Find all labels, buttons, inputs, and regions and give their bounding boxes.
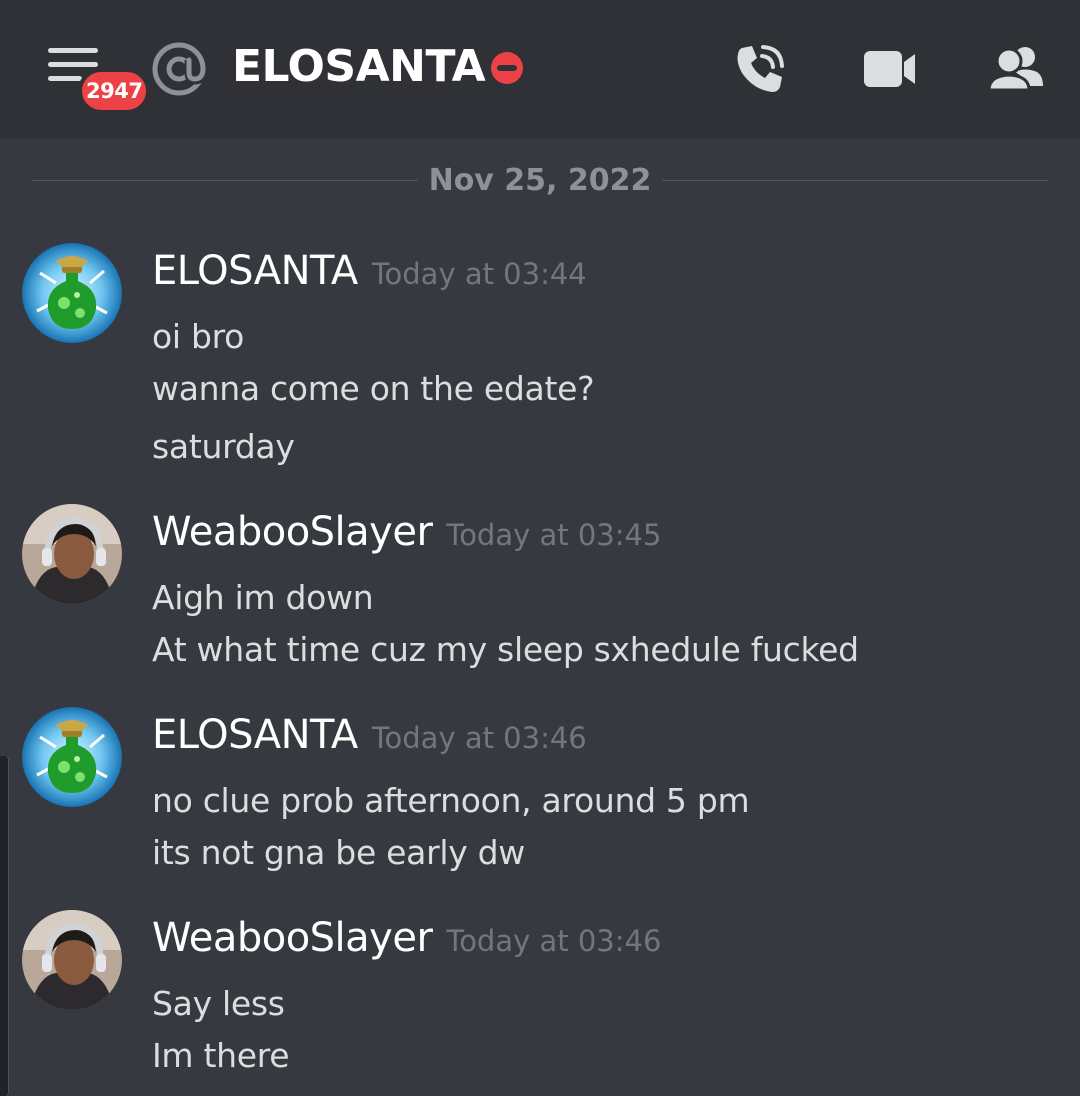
divider-line (662, 180, 1048, 181)
message-text: Im there (152, 1036, 290, 1075)
message-text: saturday (152, 427, 295, 466)
message-header: ELOSANTA Today at 03:46 (152, 707, 587, 766)
timestamp: Today at 03:46 (446, 924, 662, 958)
user-avatar[interactable] (22, 504, 122, 604)
message-header: WeabooSlayer Today at 03:45 (152, 504, 661, 563)
message-group: WeabooSlayer Today at 03:46 Say less Im t… (0, 910, 1080, 1080)
message-text: At what time cuz my sleep sxhedule fucke… (152, 630, 859, 669)
user-avatar[interactable] (22, 243, 122, 343)
message-text: no clue prob afternoon, around 5 pm (152, 781, 750, 820)
username[interactable]: ELOSANTA (152, 712, 358, 758)
message-text: wanna come on the edate? (152, 369, 595, 408)
user-avatar[interactable] (22, 910, 122, 1010)
divider-line (32, 180, 418, 181)
username[interactable]: WeabooSlayer (152, 915, 433, 961)
message-text: Say less (152, 984, 285, 1023)
members-icon[interactable] (987, 40, 1045, 98)
message-group: WeabooSlayer Today at 03:45 Aigh im down … (0, 504, 1080, 674)
message-group: ELOSANTA Today at 03:46 no clue prob afte… (0, 707, 1080, 877)
channel-title: ELOSANTA (232, 41, 486, 92)
message-text: Aigh im down (152, 578, 374, 617)
scrollbar[interactable] (0, 756, 9, 1096)
timestamp: Today at 03:45 (446, 518, 662, 552)
message-text: oi bro (152, 317, 245, 356)
message-group: ELOSANTA Today at 03:44 oi bro wanna come… (0, 243, 1080, 473)
divider-date: Nov 25, 2022 (428, 163, 652, 198)
timestamp: Today at 03:46 (371, 721, 587, 755)
username[interactable]: WeabooSlayer (152, 509, 433, 555)
message-header: ELOSANTA Today at 03:44 (152, 243, 587, 302)
channel-header: 2947 ELOSANTA (0, 0, 1080, 139)
username[interactable]: ELOSANTA (152, 248, 358, 294)
do-not-disturb-icon (491, 52, 523, 84)
message-header: WeabooSlayer Today at 03:46 (152, 910, 661, 969)
message-text: its not gna be early dw (152, 833, 525, 872)
video-camera-icon[interactable] (860, 40, 918, 98)
date-divider: Nov 25, 2022 (32, 160, 1048, 202)
phone-call-icon[interactable] (732, 40, 790, 98)
timestamp: Today at 03:44 (371, 257, 587, 291)
at-sign-icon (152, 42, 208, 96)
user-avatar[interactable] (22, 707, 122, 807)
unread-badge: 2947 (78, 68, 151, 114)
